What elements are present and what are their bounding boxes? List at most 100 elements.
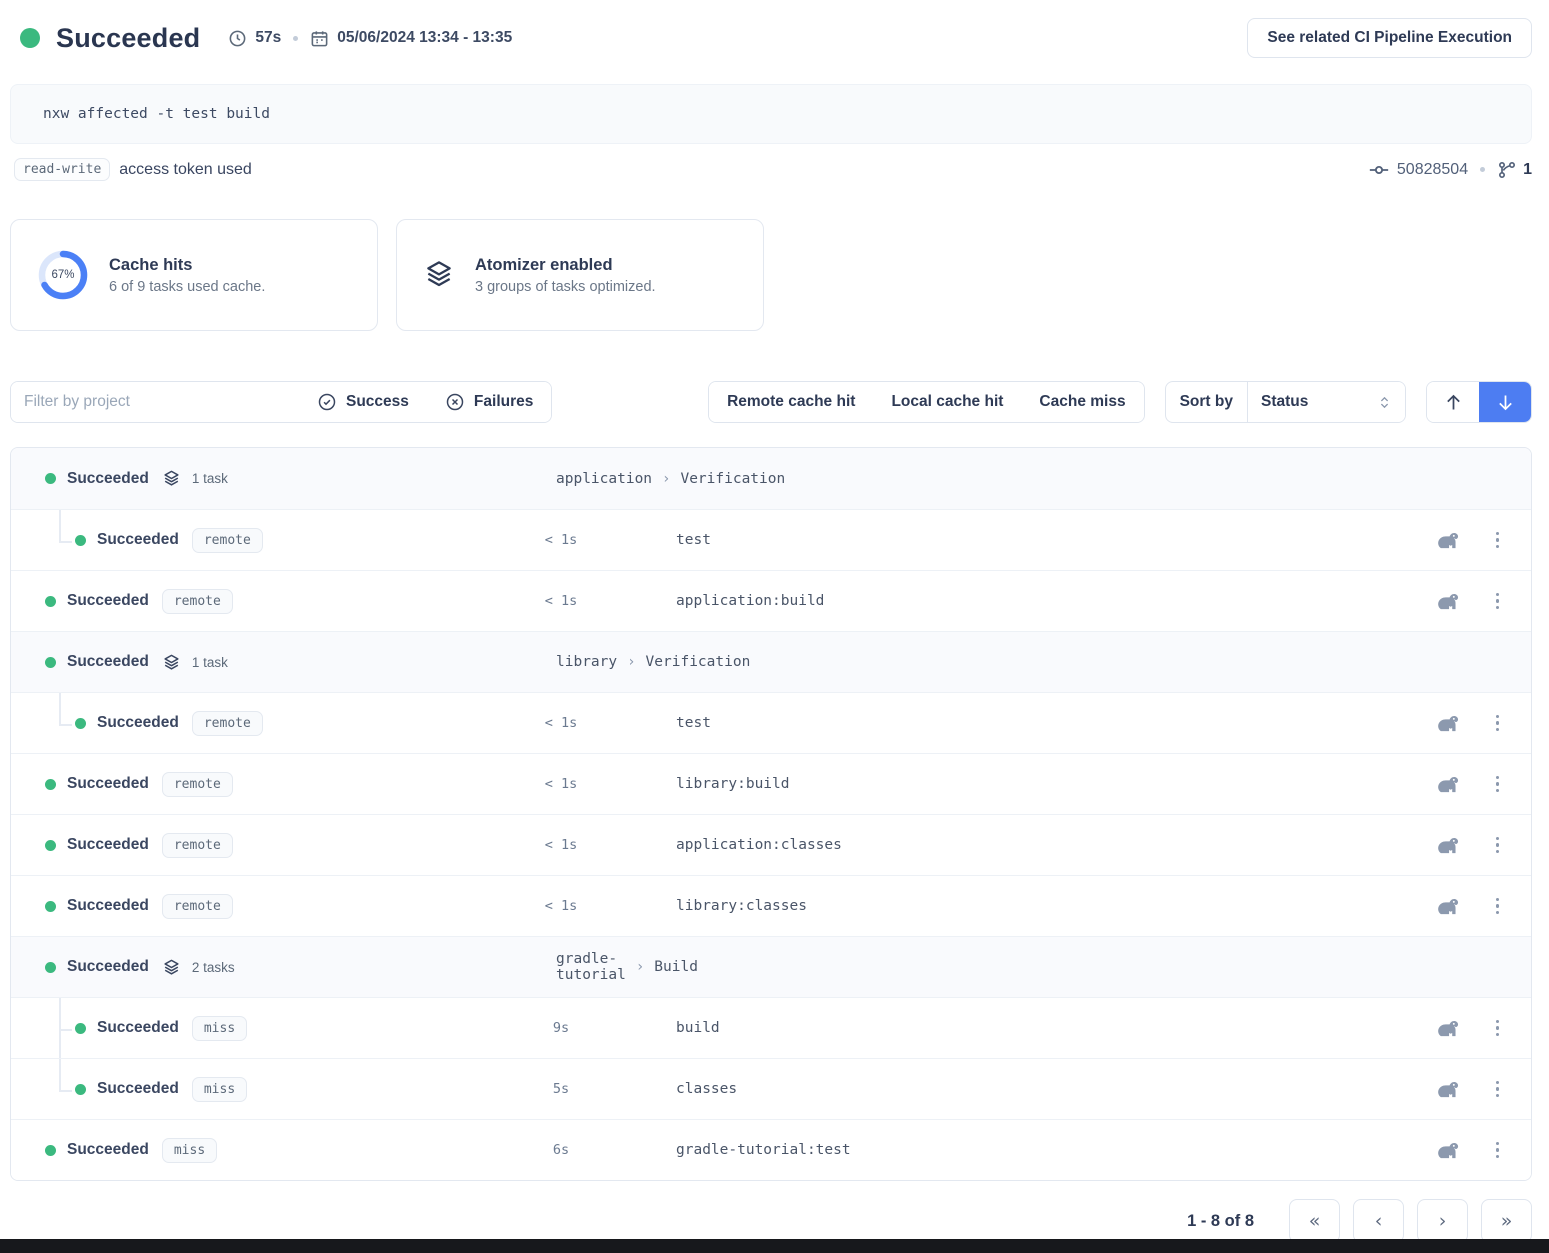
status-dot-icon [45, 473, 56, 484]
task-row[interactable]: Succeeded remote < 1s application:build [11, 570, 1531, 631]
cache-status-badge: miss [162, 1138, 217, 1163]
project-name: gradle-tutorial [556, 951, 626, 983]
project-name: application [556, 471, 652, 487]
calendar-icon [310, 29, 329, 48]
cache-miss-button[interactable]: Cache miss [1021, 382, 1143, 422]
task-name: application:classes [676, 837, 842, 853]
task-name: gradle-tutorial:test [676, 1142, 851, 1158]
layers-icon [162, 469, 181, 488]
task-row[interactable]: Succeeded miss 5s classes [11, 1058, 1531, 1119]
previous-page-button[interactable]: ‹ [1353, 1199, 1404, 1243]
kebab-menu-icon[interactable] [1492, 711, 1504, 736]
task-name-cell: build [621, 1020, 1411, 1036]
sort-group: Sort by Status [1165, 381, 1406, 423]
task-duration: < 1s [501, 776, 621, 792]
failures-filter-button[interactable]: Failures [427, 382, 551, 422]
tree-connector-stub [59, 724, 72, 726]
success-filter-button[interactable]: Success [299, 382, 427, 422]
gradle-elephant-icon[interactable] [1435, 531, 1462, 550]
task-row[interactable]: Succeeded miss 9s build [11, 997, 1531, 1058]
status-dot-icon [45, 596, 56, 607]
task-row[interactable]: Succeeded remote < 1s library:classes [11, 875, 1531, 936]
task-count-label: 1 task [192, 471, 228, 486]
project-name: library [556, 654, 617, 670]
status-dot-icon [45, 962, 56, 973]
filter-by-project-input[interactable] [11, 382, 299, 422]
access-token-label: access token used [119, 161, 252, 179]
breadcrumb-chevron-icon: › [662, 471, 670, 487]
circle-x-icon [445, 392, 465, 412]
last-page-button[interactable]: » [1481, 1199, 1532, 1243]
kebab-menu-icon[interactable] [1492, 894, 1504, 919]
task-row[interactable]: Succeeded 1 task application › Verificat… [11, 448, 1531, 509]
gradle-elephant-icon[interactable] [1435, 1019, 1462, 1038]
next-page-button[interactable]: › [1417, 1199, 1468, 1243]
gradle-elephant-icon[interactable] [1435, 592, 1462, 611]
tree-connector-line [59, 1059, 61, 1092]
gradle-elephant-icon[interactable] [1435, 1141, 1462, 1160]
task-row[interactable]: Succeeded miss 6s gradle-tutorial:test [11, 1119, 1531, 1180]
dot-separator [1480, 167, 1485, 172]
success-filter-label: Success [346, 393, 409, 411]
task-name-cell: test [621, 715, 1411, 731]
atomizer-card: Atomizer enabled 3 groups of tasks optim… [396, 219, 764, 331]
first-page-button[interactable]: « [1289, 1199, 1340, 1243]
kebab-menu-icon[interactable] [1492, 589, 1504, 614]
gradle-elephant-icon[interactable] [1435, 1080, 1462, 1099]
gradle-elephant-icon[interactable] [1435, 775, 1462, 794]
gradle-elephant-icon[interactable] [1435, 836, 1462, 855]
cache-status-badge: remote [162, 894, 233, 919]
sort-ascending-button[interactable] [1427, 382, 1479, 422]
task-row[interactable]: Succeeded 1 task library › Verification [11, 631, 1531, 692]
kebab-menu-icon[interactable] [1492, 772, 1504, 797]
kebab-menu-icon[interactable] [1492, 833, 1504, 858]
kebab-menu-icon[interactable] [1492, 528, 1504, 553]
sort-select[interactable]: Status [1247, 382, 1405, 422]
row-status-cell: Succeeded miss [11, 1138, 501, 1163]
task-name-cell: library:classes [621, 898, 1411, 914]
kebab-menu-icon[interactable] [1492, 1077, 1504, 1102]
kebab-menu-icon[interactable] [1492, 1016, 1504, 1041]
task-row[interactable]: Succeeded 2 tasks gradle-tutorial › Buil… [11, 936, 1531, 997]
task-row[interactable]: Succeeded remote < 1s test [11, 509, 1531, 570]
cache-card-subtitle: 6 of 9 tasks used cache. [109, 279, 265, 295]
kebab-menu-icon[interactable] [1492, 1138, 1504, 1163]
commit-id[interactable]: 50828504 [1397, 161, 1468, 179]
row-status-cell: Succeeded remote [11, 772, 501, 797]
task-name: classes [676, 1081, 737, 1097]
filter-toolbar: Success Failures Remote cache hit Local … [10, 381, 1532, 423]
row-status-label: Succeeded [67, 470, 149, 488]
task-list: Succeeded 1 task application › Verificat… [10, 447, 1532, 1181]
row-status-cell: Succeeded miss [11, 1077, 501, 1102]
token-row: read-write access token used 50828504 1 [10, 158, 1532, 181]
row-status-cell: Succeeded remote [11, 711, 501, 736]
task-row[interactable]: Succeeded remote < 1s application:classe… [11, 814, 1531, 875]
layers-icon [423, 259, 455, 291]
cache-donut-chart: 67% [37, 249, 89, 301]
local-cache-hit-button[interactable]: Local cache hit [873, 382, 1021, 422]
status-dot-icon [45, 779, 56, 790]
task-name: test [676, 532, 711, 548]
sort-descending-button[interactable] [1479, 382, 1531, 422]
task-count-label: 2 tasks [192, 960, 235, 975]
branch-count: 1 [1523, 161, 1532, 179]
row-status-label: Succeeded [67, 1141, 149, 1159]
see-related-ci-pipeline-button[interactable]: See related CI Pipeline Execution [1247, 18, 1532, 58]
row-status-cell: Succeeded remote [11, 589, 501, 614]
remote-cache-hit-button[interactable]: Remote cache hit [709, 382, 873, 422]
row-status-label: Succeeded [67, 836, 149, 854]
row-actions [1411, 833, 1531, 858]
run-details-page: Succeeded 57s 05/06/2024 13:34 - 13:35 S… [0, 0, 1549, 1253]
tree-connector-stub [59, 1029, 72, 1031]
project-filter-group: Success Failures [10, 381, 552, 423]
row-status-cell: Succeeded 1 task [11, 469, 501, 488]
row-actions [1411, 894, 1531, 919]
gradle-elephant-icon[interactable] [1435, 897, 1462, 916]
task-row[interactable]: Succeeded remote < 1s test [11, 692, 1531, 753]
gradle-elephant-icon[interactable] [1435, 714, 1462, 733]
task-row[interactable]: Succeeded remote < 1s library:build [11, 753, 1531, 814]
row-status-label: Succeeded [67, 592, 149, 610]
chevron-up-down-icon [1377, 395, 1392, 410]
cache-filter-group: Remote cache hit Local cache hit Cache m… [708, 381, 1145, 423]
target-group-name: Verification [680, 471, 785, 487]
